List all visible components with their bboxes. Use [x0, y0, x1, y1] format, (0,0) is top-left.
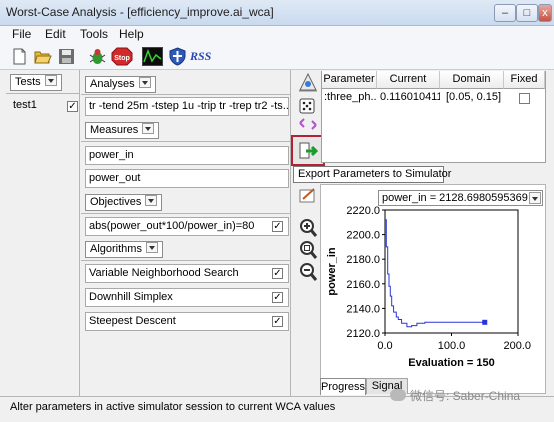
setup-panel: Analyses tr -tend 25m -tstep 1u -trip tr…: [81, 70, 291, 396]
objective-item[interactable]: abs(power_out*100/power_in)=80: [85, 217, 289, 236]
algorithm-item[interactable]: Downhill Simplex: [85, 288, 289, 307]
y-tick-label: 2120.0: [346, 328, 380, 340]
watermark: 微信号: Saber-China: [390, 387, 520, 407]
test-item-checkbox[interactable]: ✓: [67, 101, 78, 112]
zoom-out-icon[interactable]: [298, 262, 318, 282]
sync-icon[interactable]: [297, 117, 319, 131]
tooltip: Export Parameters to Simulator: [293, 166, 451, 183]
param-domain-cell[interactable]: [0.05, 0.15]: [446, 90, 504, 105]
analyses-header[interactable]: Analyses: [85, 76, 156, 93]
algorithms-header[interactable]: Algorithms: [85, 241, 163, 258]
stop-icon[interactable]: Stop: [111, 47, 133, 66]
objectives-header[interactable]: Objectives: [85, 194, 163, 211]
open-folder-icon[interactable]: [33, 47, 52, 66]
algorithms-header-label: Algorithms: [90, 243, 142, 255]
menu-edit[interactable]: Edit: [45, 27, 66, 41]
x-tick-label: 0.0: [377, 340, 392, 352]
menu-help[interactable]: Help: [119, 27, 144, 41]
watermark-text: 微信号: Saber-China: [410, 389, 521, 403]
y-tick-label: 2140.0: [346, 303, 380, 315]
algorithm-item-label: Downhill Simplex: [89, 291, 173, 303]
algorithm-item-checkbox[interactable]: ✓: [272, 292, 283, 303]
tab-progress[interactable]: Progress: [320, 378, 366, 395]
x-tick-label: 200.0: [503, 340, 531, 352]
y-axis-label: power_in: [326, 247, 338, 296]
x-tick-label: 100.0: [438, 340, 466, 352]
divider: [81, 141, 291, 142]
waveform-icon[interactable]: [142, 47, 163, 66]
menu-bar: File Edit Tools Help: [0, 26, 554, 43]
algorithm-item[interactable]: Steepest Descent: [85, 312, 289, 331]
status-text: Alter parameters in active simulator ses…: [10, 401, 336, 413]
close-button[interactable]: x: [538, 4, 552, 22]
chevron-down-icon[interactable]: [44, 75, 57, 86]
chevron-down-icon[interactable]: [142, 123, 155, 134]
y-tick-label: 2200.0: [346, 230, 380, 242]
zoom-in-icon[interactable]: [298, 218, 318, 238]
data-point: [482, 319, 488, 325]
param-current-cell[interactable]: 0.116010411: [380, 90, 440, 105]
objective-item-label: abs(power_out*100/power_in)=80: [89, 220, 255, 232]
dice-icon[interactable]: [297, 95, 319, 115]
export-parameters-button[interactable]: [291, 135, 325, 166]
divider: [81, 260, 291, 261]
chat-bubble-icon: [390, 389, 406, 401]
analysis-command-field[interactable]: tr -tend 25m -tstep 1u -trip tr -trep tr…: [85, 97, 289, 116]
tests-header-label: Tests: [15, 76, 41, 88]
export-arrow-icon: [299, 142, 319, 159]
y-tick-label: 2220.0: [346, 205, 380, 217]
column-header-parameter[interactable]: Parameter: [322, 71, 377, 89]
column-header-domain[interactable]: Domain: [440, 71, 504, 89]
shield-icon[interactable]: [168, 47, 187, 66]
divider: [81, 213, 291, 214]
minimize-button[interactable]: –: [494, 4, 516, 22]
column-header-fixed[interactable]: Fixed: [504, 71, 545, 89]
rss-icon[interactable]: RSS: [190, 49, 211, 64]
algorithm-item-checkbox[interactable]: ✓: [272, 268, 283, 279]
y-tick-label: 2160.0: [346, 279, 380, 291]
algorithm-item-checkbox[interactable]: ✓: [272, 316, 283, 327]
save-icon[interactable]: [57, 47, 76, 66]
title-bar: Worst-Case Analysis - [efficiency_improv…: [0, 0, 554, 26]
menu-file[interactable]: File: [12, 27, 31, 41]
param-name-cell[interactable]: :three_ph...: [324, 90, 376, 105]
window-title: Worst-Case Analysis - [efficiency_improv…: [6, 5, 274, 19]
tests-header[interactable]: Tests: [10, 74, 62, 91]
zoom-fit-icon[interactable]: [298, 240, 318, 260]
divider: [6, 93, 80, 94]
measures-header[interactable]: Measures: [85, 122, 160, 139]
x-axis-label: Evaluation = 150: [408, 357, 495, 369]
measure-item[interactable]: power_in: [85, 146, 289, 165]
toolbar: Stop RSS: [0, 43, 554, 70]
parameters-icon[interactable]: [297, 71, 319, 93]
menu-tools[interactable]: Tools: [80, 27, 108, 41]
new-file-icon[interactable]: [10, 47, 29, 66]
analyses-header-label: Analyses: [90, 78, 135, 90]
algorithm-item-label: Steepest Descent: [89, 315, 176, 327]
series-line: [385, 219, 485, 328]
chevron-down-icon[interactable]: [145, 195, 158, 206]
measure-item[interactable]: power_out: [85, 169, 289, 188]
test-item-label: test1: [13, 99, 37, 111]
objective-item-checkbox[interactable]: ✓: [272, 221, 283, 232]
chart-edit-icon[interactable]: [298, 187, 318, 205]
algorithm-item[interactable]: Variable Neighborhood Search: [85, 264, 289, 283]
param-fixed-checkbox[interactable]: [519, 93, 530, 104]
divider: [81, 94, 291, 95]
column-header-current[interactable]: Current: [377, 71, 440, 89]
stop-label: Stop: [114, 55, 130, 62]
bug-icon[interactable]: [88, 47, 107, 66]
maximize-button[interactable]: □: [516, 4, 538, 22]
tests-panel: Tests test1 ✓: [6, 70, 80, 396]
chevron-down-icon[interactable]: [145, 242, 158, 253]
objectives-header-label: Objectives: [90, 196, 142, 208]
algorithm-item-label: Variable Neighborhood Search: [89, 267, 239, 279]
plot-frame: [384, 209, 519, 334]
chevron-down-icon[interactable]: [138, 77, 151, 88]
measures-header-label: Measures: [90, 124, 139, 136]
y-tick-label: 2180.0: [346, 254, 380, 266]
progress-chart: 2120.0 2140.0 2160.0 2180.0 2200.0 2220.0 0.0 1…: [326, 205, 531, 369]
